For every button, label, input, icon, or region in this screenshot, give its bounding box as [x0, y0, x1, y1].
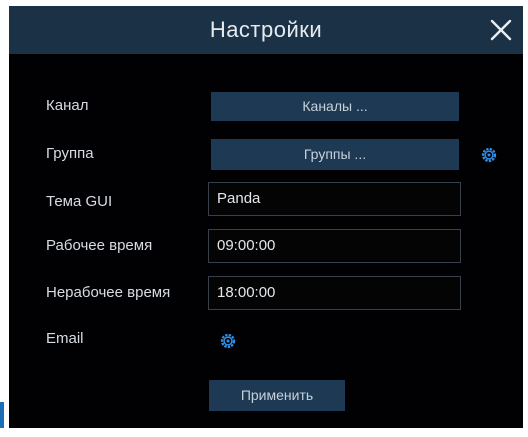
settings-dialog: Настройки Канал Каналы ... Группа Группы…	[9, 6, 523, 428]
gear-icon[interactable]	[480, 146, 498, 164]
work-time-label: Рабочее время	[46, 237, 153, 254]
off-time-label: Нерабочее время	[46, 284, 171, 301]
channels-button[interactable]: Каналы ...	[211, 92, 459, 121]
off-time-field[interactable]: 18:00:00	[208, 276, 461, 310]
gear-icon[interactable]	[219, 332, 237, 350]
groups-button[interactable]: Группы ...	[211, 139, 459, 170]
group-label: Группа	[46, 145, 94, 162]
email-label: Email	[46, 330, 84, 347]
left-edge-marker	[0, 402, 4, 428]
apply-button[interactable]: Применить	[209, 380, 345, 411]
close-icon[interactable]	[485, 14, 517, 46]
theme-field[interactable]: Panda	[208, 182, 461, 216]
theme-label: Тема GUI	[46, 193, 113, 210]
dialog-title: Настройки	[209, 17, 323, 42]
dialog-titlebar: Настройки	[9, 6, 523, 54]
channel-label: Канал	[46, 97, 89, 114]
work-time-field[interactable]: 09:00:00	[208, 229, 461, 263]
